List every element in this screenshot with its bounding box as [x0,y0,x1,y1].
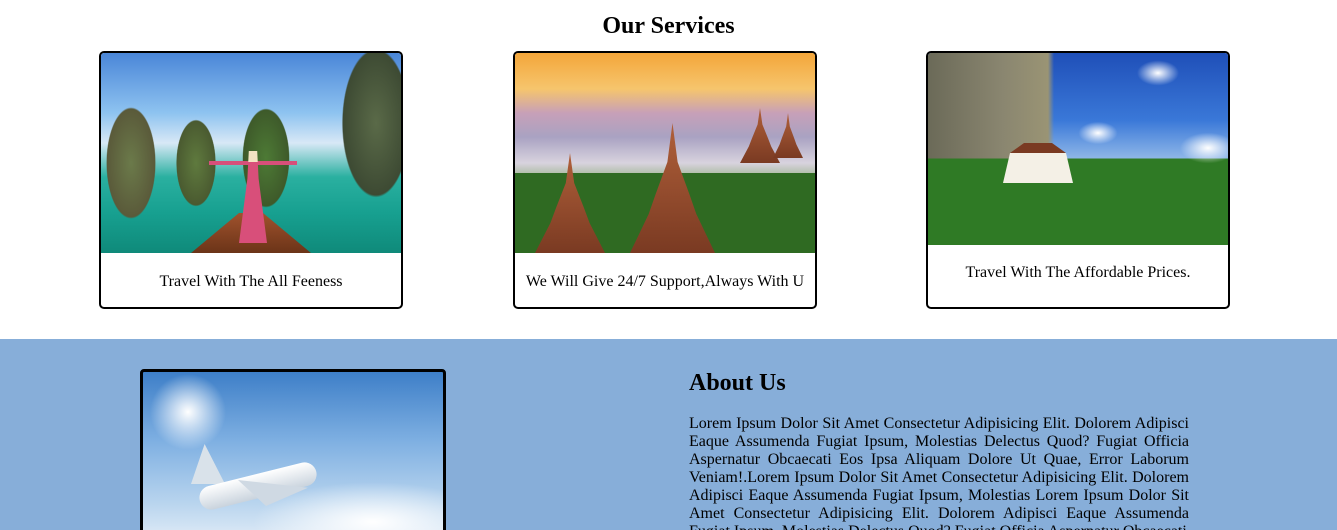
service-card-support[interactable]: We Will Give 24/7 Support,Always With U [513,51,817,309]
about-section: About Us Lorem Ipsum Dolor Sit Amet Cons… [0,339,1337,530]
temple-shape [535,153,605,253]
temple-shape [773,113,803,158]
service-card-fees[interactable]: Travel With The All Feeness [99,51,403,309]
cliff-monastery-image [928,53,1228,245]
temple-shape [740,108,780,163]
about-heading: About Us [689,370,786,396]
service-card-caption: Travel With The All Feeness [159,273,343,290]
service-card-prices[interactable]: Travel With The Affordable Prices. [926,51,1230,309]
services-heading: Our Services [602,13,735,39]
airplane-image [140,369,446,530]
temple-shape [630,123,715,253]
plane-tail-shape [191,444,225,484]
lagoon-travel-image [101,53,401,253]
temples-travel-image [515,53,815,253]
service-card-caption: We Will Give 24/7 Support,Always With U [525,273,805,290]
monastery-shape [1003,143,1073,183]
about-paragraph: Lorem Ipsum Dolor Sit Amet Consectetur A… [689,415,1189,530]
service-card-caption: Travel With The Affordable Prices. [965,264,1191,281]
